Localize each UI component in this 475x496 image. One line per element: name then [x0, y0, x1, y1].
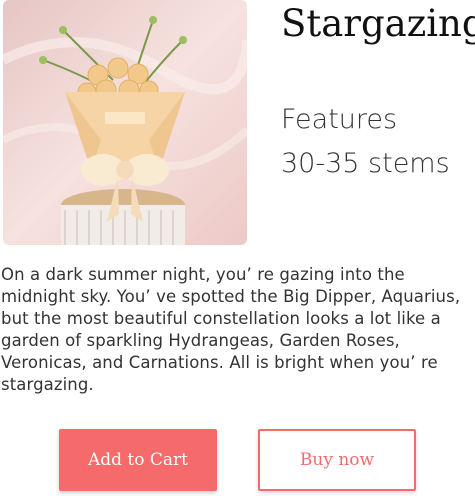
- buy-now-button[interactable]: Buy now: [258, 429, 416, 491]
- add-to-cart-button[interactable]: Add to Cart: [59, 429, 217, 491]
- bouquet-illustration: [3, 0, 247, 245]
- features-label: Features: [281, 104, 398, 135]
- product-features: Features 30-35 stems: [281, 98, 450, 186]
- product-image: [3, 0, 247, 245]
- product-title: Stargazing: [281, 2, 475, 45]
- product-description: On a dark summer night, you’ re gazing i…: [1, 265, 461, 394]
- stems-count: 30-35 stems: [281, 148, 450, 179]
